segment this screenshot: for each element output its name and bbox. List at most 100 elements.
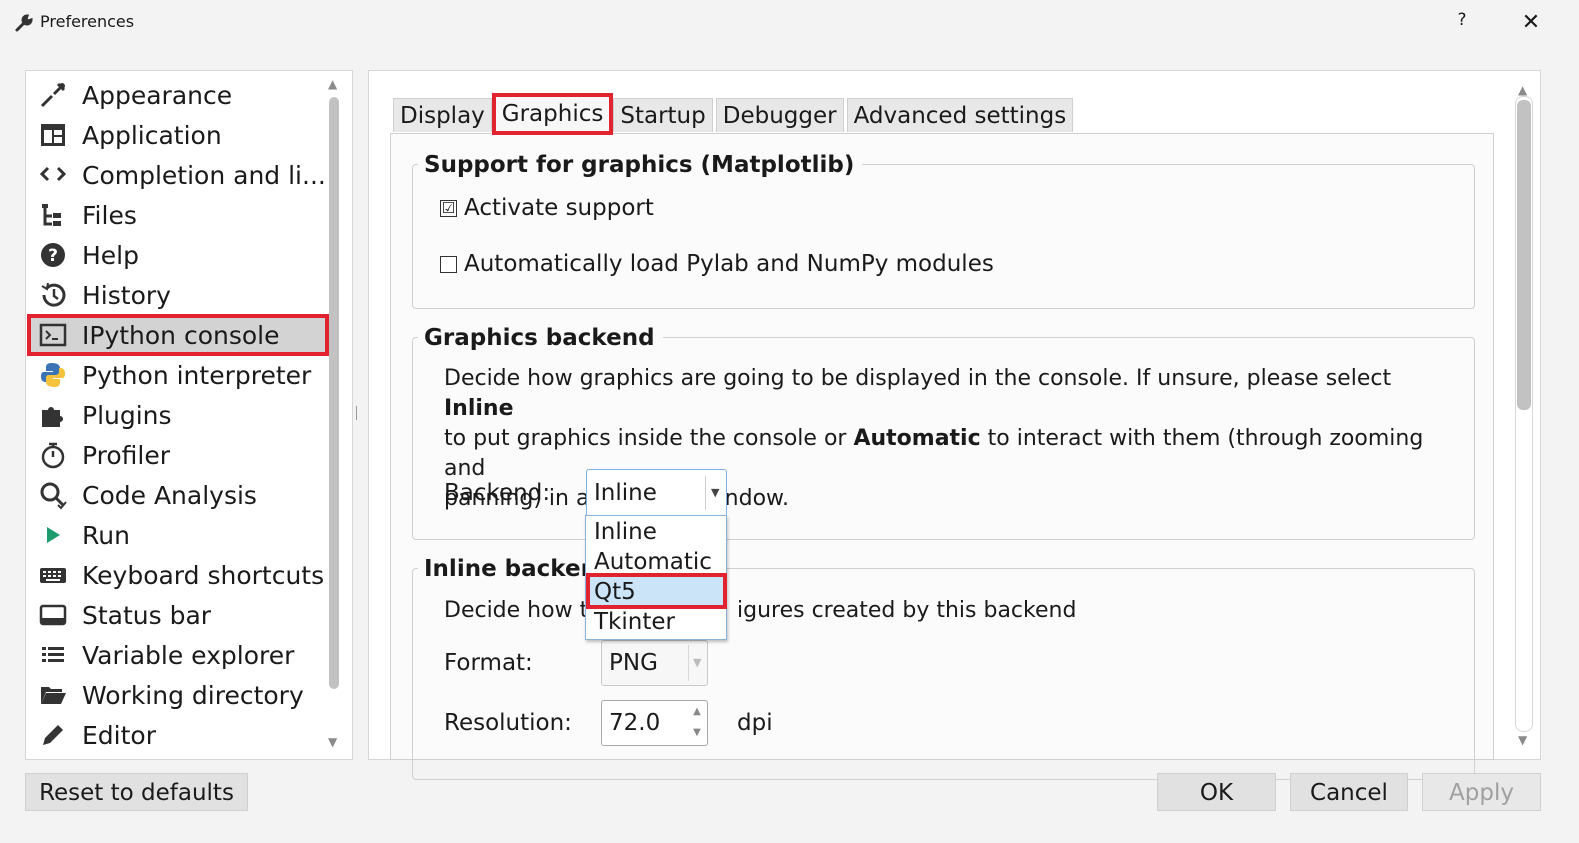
ok-button[interactable]: OK	[1157, 773, 1276, 811]
sidebar-item-label: Code Analysis	[82, 480, 257, 510]
tab-startup[interactable]: Startup	[613, 98, 713, 132]
panel-scroll-thumb[interactable]	[1517, 100, 1531, 410]
layout-icon	[36, 118, 70, 152]
backend-label: Backend:	[444, 480, 551, 506]
python-icon	[36, 358, 70, 392]
desc-text: to put graphics inside the console or	[444, 426, 854, 451]
sidebar-item-label: Application	[82, 120, 222, 150]
splitter-handle[interactable]	[356, 406, 360, 420]
sidebar-item-label: Editor	[82, 720, 156, 750]
help-circle-icon: ?	[36, 238, 70, 272]
sidebar-item-label: Variable explorer	[82, 640, 295, 670]
resolution-label: Resolution:	[444, 710, 572, 736]
sidebar-item-variable-explorer[interactable]: Variable explorer	[28, 635, 328, 675]
terminal-icon	[36, 318, 70, 352]
tab-display[interactable]: Display	[393, 98, 492, 132]
tab-graphics[interactable]: Graphics	[491, 93, 614, 135]
graphics-tab-content: Support for graphics (Matplotlib) ☑ Acti…	[390, 133, 1494, 780]
play-icon	[36, 518, 70, 552]
graphics-support-group	[412, 164, 1475, 309]
sidebar-item-code-analysis[interactable]: Code Analysis	[28, 475, 328, 515]
keyboard-icon	[36, 558, 70, 592]
format-value: PNG	[609, 650, 658, 676]
chevron-down-icon: ▼	[711, 486, 720, 499]
scroll-down-icon[interactable]: ▼	[328, 735, 337, 749]
desc-text: Decide how graphics are going to be disp…	[444, 366, 1392, 391]
sidebar-item-label: Profiler	[82, 440, 171, 470]
close-button[interactable]: ✕	[1516, 8, 1546, 38]
option-inline[interactable]: Inline	[594, 519, 657, 545]
sidebar-item-python-interpreter[interactable]: Python interpreter	[28, 355, 328, 395]
paintbrush-icon	[36, 78, 70, 112]
sidebar-item-plugins[interactable]: Plugins	[28, 395, 328, 435]
sidebar-item-application[interactable]: Application	[28, 115, 328, 155]
sidebar-item-completion[interactable]: Completion and li...	[28, 155, 328, 195]
reset-defaults-button[interactable]: Reset to defaults	[25, 773, 248, 811]
folder-open-icon	[36, 678, 70, 712]
title-bar	[0, 0, 1579, 46]
resolution-unit: dpi	[737, 710, 773, 736]
sidebar-item-ipython-console[interactable]: IPython console	[27, 314, 329, 356]
scroll-down-icon[interactable]: ▼	[1518, 733, 1527, 747]
pencil-icon	[36, 718, 70, 752]
sidebar-item-label: Completion and li...	[82, 160, 326, 190]
spin-up-icon[interactable]: ▲	[688, 702, 706, 722]
sidebar-scroll-thumb[interactable]	[329, 97, 339, 689]
apply-button[interactable]: Apply	[1422, 773, 1541, 811]
sidebar-item-history[interactable]: History	[28, 275, 328, 315]
sidebar-item-label: Python interpreter	[82, 360, 312, 390]
option-qt5[interactable]: Qt5	[594, 579, 636, 605]
sidebar-item-appearance[interactable]: Appearance	[28, 75, 328, 115]
spin-down-icon[interactable]: ▼	[688, 723, 706, 743]
sidebar-item-editor[interactable]: Editor	[28, 715, 328, 755]
sidebar-item-keyboard-shortcuts[interactable]: Keyboard shortcuts	[28, 555, 328, 595]
sidebar-item-working-directory[interactable]: Working directory	[28, 675, 328, 715]
sidebar-item-label: Appearance	[82, 80, 233, 110]
sidebar-item-status-bar[interactable]: Status bar	[28, 595, 328, 635]
format-label: Format:	[444, 650, 533, 676]
window-title: Preferences	[40, 12, 135, 31]
sidebar-item-files[interactable]: Files	[28, 195, 328, 235]
sidebar-item-label: Keyboard shortcuts	[82, 560, 325, 590]
cancel-button[interactable]: Cancel	[1290, 773, 1408, 811]
sidebar-item-profiler[interactable]: Profiler	[28, 435, 328, 475]
history-icon	[36, 278, 70, 312]
completion-icon	[36, 158, 70, 192]
option-tkinter[interactable]: Tkinter	[594, 609, 675, 635]
group-title: Support for graphics (Matplotlib)	[418, 152, 863, 178]
resolution-spinbox[interactable]: 72.0 ▲ ▼	[601, 700, 708, 746]
sidebar-item-label: History	[82, 280, 171, 310]
autoload-pylab-checkbox[interactable]	[440, 256, 457, 273]
sidebar-item-label: Help	[82, 240, 139, 270]
preferences-sidebar: Appearance Application Completion and li…	[25, 70, 353, 760]
sidebar-item-label: Plugins	[82, 400, 172, 430]
code-analysis-icon	[36, 478, 70, 512]
scroll-up-icon[interactable]: ▲	[328, 77, 337, 91]
resolution-value: 72.0	[609, 710, 661, 736]
wrench-icon	[14, 13, 34, 33]
backend-select[interactable]: Inline ▼	[586, 469, 727, 517]
scroll-up-icon[interactable]: ▲	[1518, 83, 1527, 97]
sidebar-item-label: Status bar	[82, 600, 212, 630]
tab-debugger[interactable]: Debugger	[715, 98, 844, 132]
group-title: Graphics backend	[418, 325, 663, 351]
tab-advanced-settings[interactable]: Advanced settings	[846, 98, 1074, 132]
sidebar-item-run[interactable]: Run	[28, 515, 328, 555]
activate-support-label[interactable]: Activate support	[464, 195, 654, 221]
backend-dropdown-list: Inline Automatic Qt5 Tkinter	[585, 515, 727, 640]
activate-support-checkbox[interactable]: ☑	[440, 200, 457, 217]
statusbar-icon	[36, 598, 70, 632]
backend-value: Inline	[594, 480, 657, 506]
desc-bold-inline: Inline	[444, 396, 514, 421]
option-automatic[interactable]: Automatic	[594, 549, 712, 575]
sidebar-item-label: Files	[82, 200, 137, 230]
desc-bold-automatic: Automatic	[853, 426, 981, 451]
chevron-down-icon: ▼	[693, 656, 702, 669]
sidebar-item-label: Working directory	[82, 680, 304, 710]
sidebar-item-help[interactable]: ? Help	[28, 235, 328, 275]
svg-text:?: ?	[48, 246, 58, 266]
autoload-pylab-label[interactable]: Automatically load Pylab and NumPy modul…	[464, 251, 994, 277]
help-button[interactable]: ?	[1450, 10, 1474, 36]
file-tree-icon	[36, 198, 70, 232]
format-select[interactable]: PNG ▼	[601, 640, 708, 686]
